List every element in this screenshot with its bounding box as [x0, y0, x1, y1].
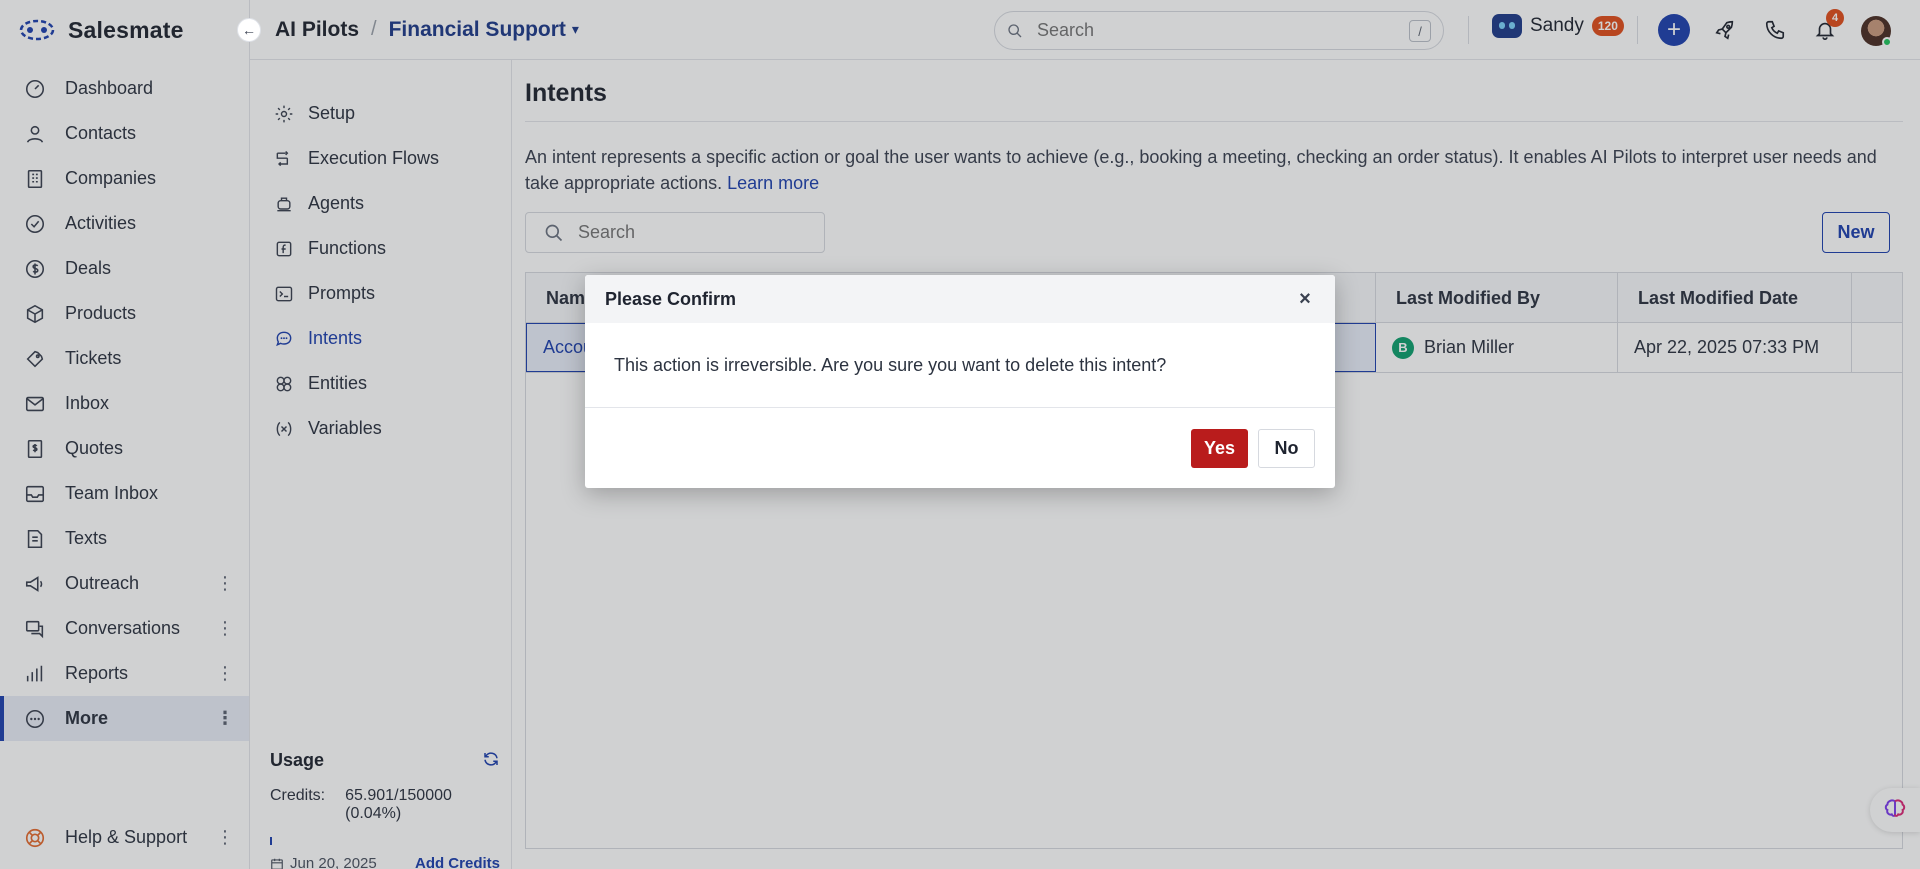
arrow-left-icon: ←	[242, 22, 256, 38]
close-icon[interactable]: ×	[1293, 287, 1317, 311]
confirm-yes-button[interactable]: Yes	[1191, 428, 1248, 468]
dialog-message: This action is irreversible. Are you sur…	[585, 323, 1335, 408]
collapse-sidebar-button[interactable]: ←	[237, 18, 261, 42]
dialog-footer: Yes No	[585, 408, 1335, 488]
dialog-header: Please Confirm ×	[585, 275, 1335, 323]
confirm-no-button[interactable]: No	[1258, 428, 1315, 468]
confirm-dialog: Please Confirm × This action is irrevers…	[585, 275, 1335, 488]
dialog-title: Please Confirm	[605, 288, 737, 309]
